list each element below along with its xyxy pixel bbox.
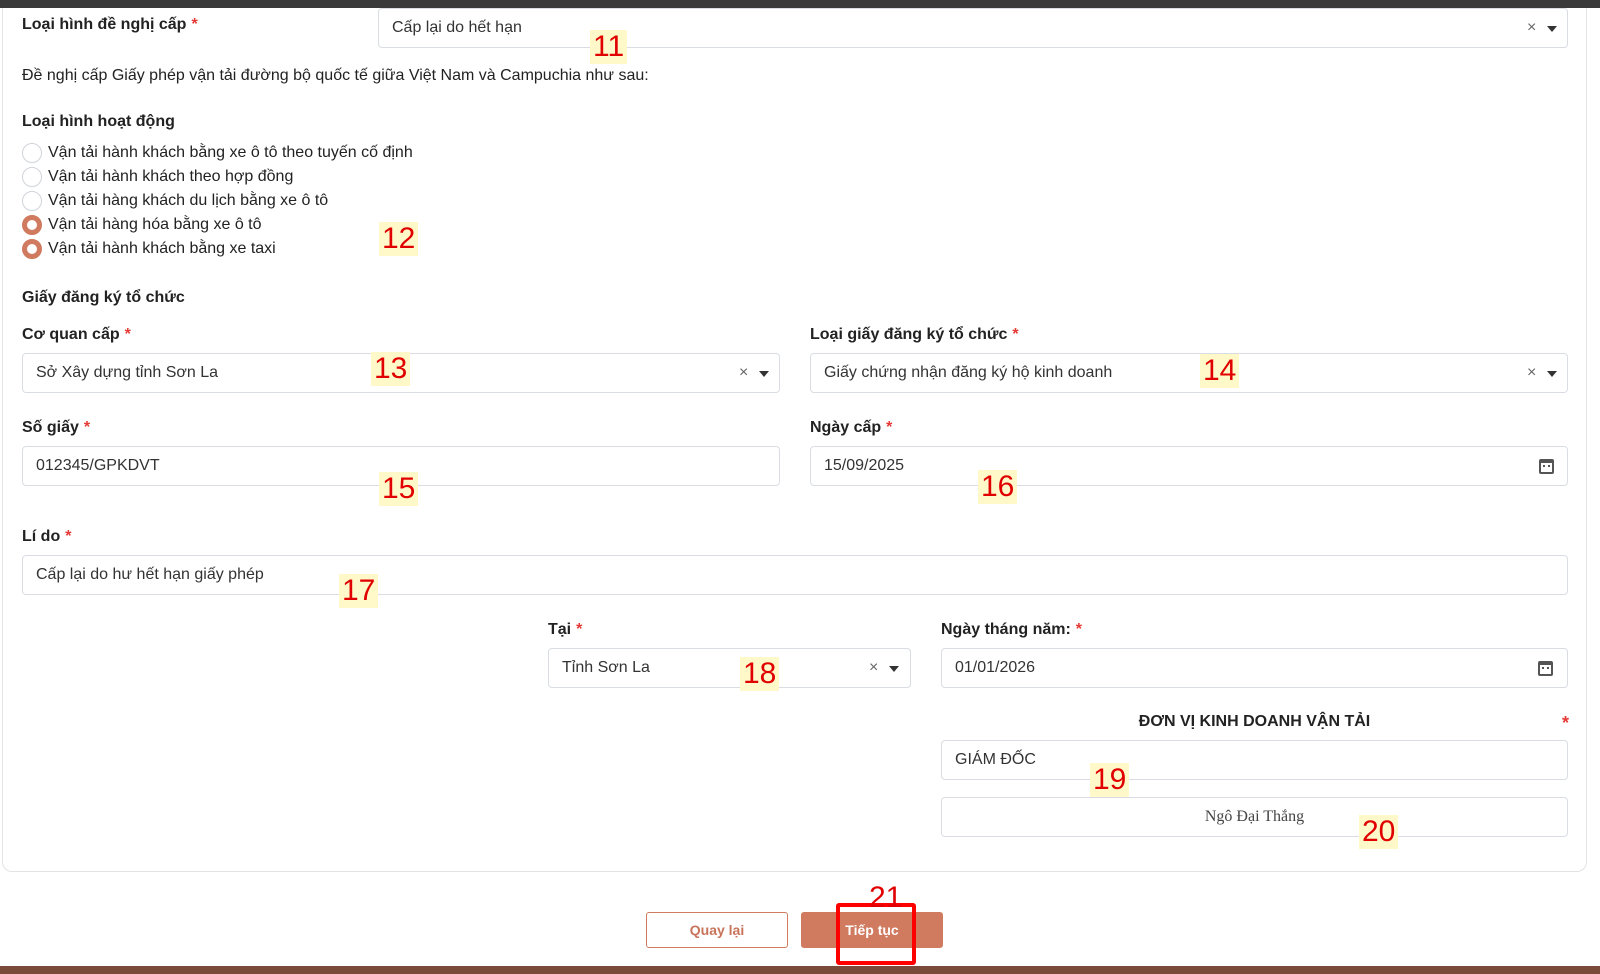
required-mark: *	[576, 621, 583, 638]
calendar-icon[interactable]	[1539, 459, 1554, 474]
request-type-label: Loại hình đề nghị cấp *	[22, 16, 198, 34]
radio-button[interactable]	[22, 143, 42, 163]
clear-icon[interactable]: ×	[1527, 354, 1536, 392]
place-select[interactable]: Tỉnh Sơn La ×	[548, 648, 911, 688]
radio-button-checked[interactable]	[22, 239, 42, 259]
callout-14: 14	[1200, 354, 1240, 388]
issuing-agency-label-text: Cơ quan cấp	[22, 326, 120, 343]
required-mark: *	[124, 326, 131, 343]
operation-type-label: Loại hình hoạt động	[22, 113, 175, 130]
required-mark: *	[1075, 621, 1083, 638]
callout-15: 15	[379, 472, 419, 506]
window-top-bar	[0, 0, 1600, 8]
org-registration-heading: Giấy đăng ký tổ chức	[22, 289, 185, 306]
place-label-text: Tại	[548, 621, 572, 638]
registration-type-label-text: Loại giấy đăng ký tổ chức	[810, 326, 1008, 343]
back-button[interactable]: Quay lại	[646, 912, 788, 948]
request-type-select[interactable]: Cấp lại do hết hạn ×	[378, 8, 1568, 48]
transport-unit-heading: ĐƠN VỊ KINH DOANH VẬN TẢI	[1138, 713, 1371, 730]
registration-type-value: Giấy chứng nhận đăng ký hộ kinh doanh	[824, 364, 1113, 381]
callout-18: 18	[740, 657, 780, 691]
chevron-down-icon[interactable]	[889, 666, 899, 672]
sign-date-input[interactable]: 01/01/2026	[941, 648, 1568, 688]
callout-17: 17	[339, 574, 379, 608]
radio-button[interactable]	[22, 167, 42, 187]
license-number-label: Số giấy *	[22, 419, 90, 437]
request-type-value: Cấp lại do hết hạn	[392, 19, 522, 36]
signer-title-value: GIÁM ĐỐC	[955, 751, 1036, 768]
callout-20: 20	[1359, 815, 1399, 849]
radio-option-fixed-route[interactable]: Vận tải hành khách bằng xe ô tô theo tuy…	[22, 142, 413, 164]
signer-title-input[interactable]: GIÁM ĐỐC	[941, 740, 1568, 780]
license-number-label-text: Số giấy	[22, 419, 79, 436]
license-number-value: 012345/GPKDVT	[36, 457, 160, 474]
radio-label: Vận tải hành khách theo hợp đồng	[48, 168, 294, 185]
clear-icon[interactable]: ×	[739, 354, 748, 392]
window-bottom-bar	[0, 966, 1600, 974]
reason-input[interactable]: Cấp lại do hư hết hạn giấy phép	[22, 555, 1568, 595]
request-type-label-text: Loại hình đề nghị cấp	[22, 16, 187, 33]
callout-11: 11	[590, 30, 628, 64]
intro-text: Đề nghị cấp Giấy phép vận tải đường bộ q…	[22, 67, 649, 84]
clear-icon[interactable]: ×	[869, 649, 878, 687]
place-label: Tại *	[548, 621, 582, 639]
issue-date-label: Ngày cấp *	[810, 419, 892, 437]
radio-option-contract[interactable]: Vận tải hành khách theo hợp đồng	[22, 166, 293, 188]
registration-type-label: Loại giấy đăng ký tổ chức *	[810, 326, 1019, 344]
callout-21: 21	[869, 881, 903, 914]
chevron-down-icon[interactable]	[759, 371, 769, 377]
issue-date-label-text: Ngày cấp	[810, 419, 882, 436]
registration-type-select[interactable]: Giấy chứng nhận đăng ký hộ kinh doanh ×	[810, 353, 1568, 393]
issue-date-value: 15/09/2025	[824, 457, 905, 474]
required-mark: *	[191, 16, 198, 33]
required-mark: *	[1012, 326, 1019, 343]
callout-16: 16	[978, 470, 1018, 504]
place-value: Tỉnh Sơn La	[562, 659, 650, 676]
reason-label-text: Lí do	[22, 528, 61, 545]
radio-label: Vận tải hàng khách du lịch bằng xe ô tô	[48, 192, 329, 209]
required-mark: *	[1562, 713, 1570, 733]
clear-icon[interactable]: ×	[1527, 9, 1536, 47]
radio-label: Vận tải hàng hóa bằng xe ô tô	[48, 216, 262, 233]
required-mark: *	[65, 528, 72, 545]
chevron-down-icon[interactable]	[1547, 371, 1557, 377]
reason-value: Cấp lại do hư hết hạn giấy phép	[36, 566, 264, 583]
sign-date-label-text: Ngày tháng năm:	[941, 621, 1071, 638]
required-mark: *	[886, 419, 893, 436]
radio-button[interactable]	[22, 191, 42, 211]
callout-19: 19	[1090, 763, 1130, 797]
issue-date-input[interactable]: 15/09/2025	[810, 446, 1568, 486]
chevron-down-icon[interactable]	[1547, 26, 1557, 32]
issuing-agency-label: Cơ quan cấp *	[22, 326, 131, 344]
radio-option-cargo[interactable]: Vận tải hàng hóa bằng xe ô tô	[22, 214, 262, 236]
issuing-agency-value: Sở Xây dựng tỉnh Sơn La	[36, 364, 219, 381]
required-mark: *	[83, 419, 91, 436]
signer-name-value: Ngô Đại Thắng	[1204, 808, 1305, 825]
radio-label: Vận tải hành khách bằng xe ô tô theo tuy…	[48, 144, 413, 161]
signer-name-input[interactable]: Ngô Đại Thắng	[941, 797, 1568, 837]
callout-13: 13	[371, 352, 411, 386]
reason-label: Lí do *	[22, 528, 71, 546]
radio-label: Vận tải hành khách bằng xe taxi	[48, 240, 276, 257]
radio-option-taxi[interactable]: Vận tải hành khách bằng xe taxi	[22, 238, 276, 260]
radio-option-tourism[interactable]: Vận tải hàng khách du lịch bằng xe ô tô	[22, 190, 328, 212]
calendar-icon[interactable]	[1538, 661, 1553, 676]
radio-button-checked[interactable]	[22, 215, 42, 235]
callout-12: 12	[379, 222, 419, 256]
sign-date-value: 01/01/2026	[955, 659, 1036, 676]
sign-date-label: Ngày tháng năm: *	[941, 621, 1082, 639]
